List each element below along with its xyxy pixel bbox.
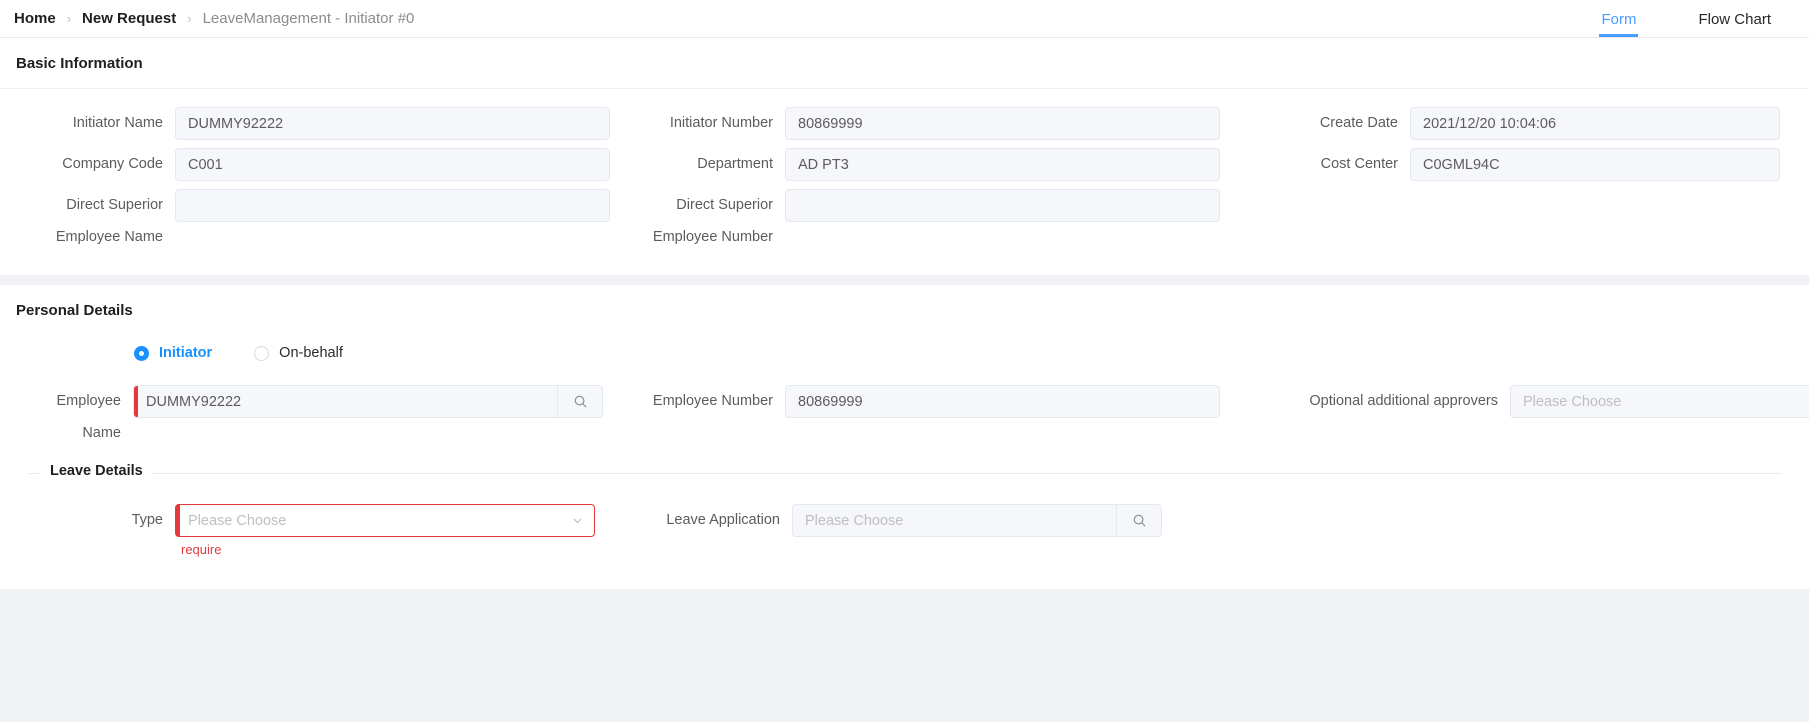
tab-flow-chart[interactable]: Flow Chart [1698, 0, 1771, 37]
tab-form-label: Form [1601, 11, 1637, 28]
field-leave-application: Leave Application Please Choose [610, 504, 1192, 537]
cost-center-input[interactable]: C0GML94C [1410, 148, 1780, 181]
leave-type-select[interactable]: Please Choose [175, 504, 595, 537]
tab-flow-chart-label: Flow Chart [1698, 11, 1771, 28]
leave-application-input-group[interactable]: Please Choose [792, 504, 1162, 537]
breadcrumb-item-home[interactable]: Home [14, 10, 56, 27]
leave-application-input[interactable]: Please Choose [793, 505, 1116, 536]
optional-additional-approvers-placeholder: Please Choose [1523, 393, 1622, 410]
basic-information-title: Basic Information [0, 38, 1809, 89]
initiator-name-input[interactable]: DUMMY92222 [175, 107, 610, 140]
view-tabs: Form Flow Chart [1539, 0, 1809, 37]
top-bar: Home › New Request › LeaveManagement - I… [0, 0, 1809, 38]
breadcrumb-item-current: LeaveManagement - Initiator #0 [202, 10, 415, 27]
field-department: Department AD PT3 [610, 148, 1220, 181]
field-cost-center: Cost Center C0GML94C [1220, 148, 1780, 181]
optional-additional-approvers-input-group[interactable]: Please Choose [1510, 385, 1809, 418]
field-employee-name: Employee Name DUMMY92222 [0, 385, 610, 449]
field-direct-superior-employee-number: Direct Superior Employee Number [610, 189, 1220, 253]
leave-details-title: Leave Details [40, 463, 153, 479]
field-optional-additional-approvers: Optional additional approvers Please Cho… [1220, 385, 1809, 418]
employee-name-input-group[interactable]: DUMMY92222 [133, 385, 603, 418]
company-code-input[interactable]: C001 [175, 148, 610, 181]
radio-on-behalf[interactable]: On-behalf [254, 345, 343, 361]
radio-on-behalf-label: On-behalf [279, 345, 343, 361]
field-create-date: Create Date 2021/12/20 10:04:06 [1220, 107, 1780, 140]
optional-additional-approvers-input[interactable]: Please Choose [1511, 386, 1809, 417]
field-leave-application-label: Leave Application [666, 512, 780, 528]
breadcrumb-separator-icon: › [187, 11, 192, 26]
initiator-number-input[interactable]: 80869999 [785, 107, 1220, 140]
field-optional-additional-approvers-label: Optional additional approvers [1309, 393, 1498, 409]
form-row: Type Please Choose require Leave Applica… [28, 504, 1781, 557]
leave-type-error-message: require [181, 542, 222, 557]
form-row: Company Code C001 Department AD PT3 Cost… [0, 148, 1809, 181]
tab-form[interactable]: Form [1599, 0, 1639, 37]
field-initiator-name-label: Initiator Name [72, 115, 163, 131]
form-row: Direct Superior Employee Name Direct Sup… [0, 189, 1809, 253]
direct-superior-employee-number-input[interactable] [785, 189, 1220, 222]
field-initiator-number-label: Initiator Number [669, 115, 773, 131]
personal-details-card: Personal Details Initiator On-behalf Emp… [0, 285, 1809, 589]
breadcrumb-item-new-request[interactable]: New Request [82, 10, 176, 27]
radio-initiator-label: Initiator [159, 345, 213, 361]
leave-application-placeholder: Please Choose [805, 512, 904, 529]
search-icon [574, 395, 587, 408]
leave-application-search-button[interactable] [1116, 505, 1161, 536]
field-cost-center-label: Cost Center [1320, 156, 1398, 172]
create-date-input[interactable]: 2021/12/20 10:04:06 [1410, 107, 1780, 140]
field-company-code: Company Code C001 [0, 148, 610, 181]
applicant-type-radio-group: Initiator On-behalf [0, 341, 1809, 361]
field-leave-type: Type Please Choose require [28, 504, 610, 557]
radio-selected-icon [134, 345, 149, 361]
breadcrumb-separator-icon: › [66, 11, 72, 26]
field-department-label: Department [697, 156, 773, 172]
leave-details-fieldset: Leave Details Type Please Choose require… [28, 463, 1781, 567]
breadcrumb: Home › New Request › LeaveManagement - I… [14, 0, 414, 37]
form-row: Initiator Name DUMMY92222 Initiator Numb… [0, 107, 1809, 140]
field-direct-superior-employee-number-label: Direct Superior Employee Number [652, 197, 773, 245]
department-input[interactable]: AD PT3 [785, 148, 1220, 181]
field-create-date-label: Create Date [1319, 115, 1398, 131]
field-initiator-number: Initiator Number 80869999 [610, 107, 1220, 140]
employee-name-input[interactable]: DUMMY92222 [134, 386, 557, 417]
personal-details-body: Initiator On-behalf Employee Name DUMMY9… [0, 335, 1809, 589]
field-leave-type-label: Type [131, 512, 163, 528]
field-initiator-name: Initiator Name DUMMY92222 [0, 107, 610, 140]
direct-superior-employee-name-input[interactable] [175, 189, 610, 222]
search-icon [1133, 514, 1146, 527]
field-direct-superior-employee-name-label: Direct Superior Employee Name [55, 197, 163, 245]
employee-name-search-button[interactable] [557, 386, 602, 417]
basic-information-card: Basic Information Initiator Name DUMMY92… [0, 38, 1809, 275]
basic-information-body: Initiator Name DUMMY92222 Initiator Numb… [0, 89, 1809, 275]
personal-details-title: Personal Details [16, 302, 133, 319]
chevron-down-icon [573, 518, 582, 524]
radio-initiator[interactable]: Initiator [134, 345, 212, 361]
field-employee-number: Employee Number 80869999 [610, 385, 1220, 418]
field-direct-superior-employee-name: Direct Superior Employee Name [0, 189, 610, 253]
leave-details-body: Type Please Choose require Leave Applica… [28, 474, 1781, 567]
field-company-code-label: Company Code [62, 156, 163, 172]
form-row: Employee Name DUMMY92222 Employee Number… [0, 385, 1809, 449]
field-employee-name-label: Employee Name [56, 393, 121, 441]
field-employee-number-label: Employee Number [652, 393, 773, 409]
radio-unselected-icon [254, 345, 270, 361]
employee-number-input[interactable]: 80869999 [785, 385, 1220, 418]
leave-type-placeholder: Please Choose [188, 512, 287, 529]
page-root: Home › New Request › LeaveManagement - I… [0, 0, 1809, 722]
